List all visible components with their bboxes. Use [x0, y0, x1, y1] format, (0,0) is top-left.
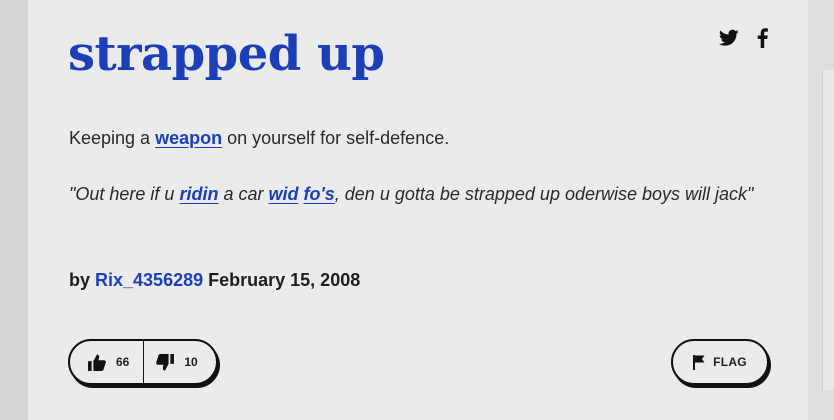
downvote-button[interactable]: 10 [144, 341, 213, 383]
definition-meaning: Keeping a weapon on yourself for self-de… [69, 124, 769, 152]
example-text: "Out here if u [69, 184, 180, 204]
link-weapon[interactable]: weapon [155, 128, 222, 148]
adjacent-panel-sliver [822, 70, 834, 390]
flag-icon [693, 354, 705, 370]
definition-example: "Out here if u ridin a car wid fo's, den… [69, 178, 774, 210]
adjacent-panel-edge [808, 0, 834, 420]
link-wid[interactable]: wid [268, 184, 298, 204]
definition-word[interactable]: strapped up [68, 26, 385, 82]
link-ridin[interactable]: ridin [179, 184, 218, 204]
facebook-icon[interactable] [757, 28, 768, 48]
vote-buttons: 66 10 [68, 339, 218, 385]
author-link[interactable]: Rix_4356289 [95, 270, 203, 290]
contributor-by: by [69, 270, 96, 290]
page: strapped up Keeping a weapon on yourself… [0, 0, 834, 420]
share-buttons [719, 28, 768, 48]
link-fos[interactable]: fo's [304, 184, 335, 204]
flag-label: FLAG [713, 355, 747, 369]
contributor-date: February 15, 2008 [203, 270, 361, 290]
contributor-line: by Rix_4356289 February 15, 2008 [69, 266, 360, 294]
twitter-icon[interactable] [719, 29, 739, 47]
meaning-text-end: on yourself for self-defence. [222, 128, 450, 148]
downvote-count: 10 [184, 355, 198, 369]
flag-button[interactable]: FLAG [671, 339, 769, 385]
example-text-end: , den u gotta be strapped up oderwise bo… [334, 184, 754, 204]
upvote-button[interactable]: 66 [70, 341, 143, 383]
thumbs-up-icon [88, 353, 106, 371]
example-text: a car [218, 184, 269, 204]
thumbs-down-icon [156, 353, 175, 371]
definition-card: strapped up Keeping a weapon on yourself… [28, 0, 808, 420]
upvote-count: 66 [116, 355, 130, 369]
meaning-text: Keeping a [69, 128, 156, 148]
